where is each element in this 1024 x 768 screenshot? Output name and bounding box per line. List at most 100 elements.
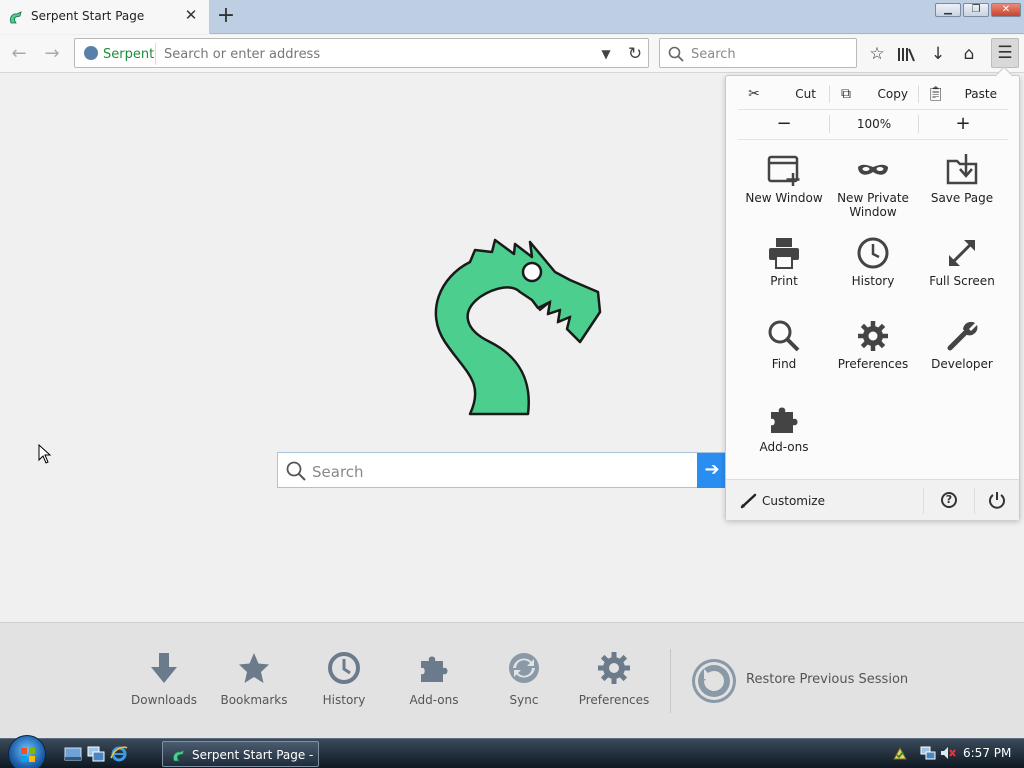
menu-full-screen[interactable]: Full Screen xyxy=(917,236,1007,288)
menu-new-window[interactable]: New Window xyxy=(739,153,829,205)
chevron-down-icon[interactable]: ▼ xyxy=(597,45,615,63)
power-icon[interactable] xyxy=(988,491,1006,509)
magnifier-icon xyxy=(768,320,800,352)
serpent-favicon-icon xyxy=(172,749,185,762)
puzzle-icon xyxy=(771,407,798,433)
clock-icon xyxy=(328,652,360,684)
menu-history[interactable]: History xyxy=(828,236,918,288)
forward-arrow-icon[interactable]: → xyxy=(41,43,63,65)
restore-session-label: Restore Previous Session xyxy=(746,672,909,687)
paintbrush-icon xyxy=(740,493,757,509)
menu-preferences[interactable]: Preferences xyxy=(828,319,918,371)
printer-icon xyxy=(769,238,799,269)
site-identity-label[interactable]: Serpent xyxy=(103,47,154,62)
launcher-sync[interactable]: Sync xyxy=(479,651,569,707)
tab-close-icon[interactable]: ✕ xyxy=(183,7,199,23)
mouse-cursor-icon xyxy=(38,444,52,464)
taskbar-window-title: Serpent Start Page - ... xyxy=(192,748,314,768)
clock-icon xyxy=(857,237,889,269)
copy-button[interactable]: ⧉ Copy xyxy=(830,80,918,108)
bookmark-star-icon[interactable]: ☆ xyxy=(866,43,888,65)
show-desktop-icon[interactable] xyxy=(64,745,82,763)
downloads-icon[interactable]: ↓ xyxy=(927,43,949,65)
edit-controls: ✂ Cut ⧉ Copy 📋︎ Paste xyxy=(738,80,1008,108)
reload-icon[interactable]: ↻ xyxy=(625,44,645,64)
wrench-icon xyxy=(947,321,978,351)
search-go-button[interactable]: ➔ xyxy=(697,453,727,488)
window-maximize-button[interactable]: ❐ xyxy=(963,3,989,17)
launcher-history[interactable]: History xyxy=(299,651,389,707)
search-icon xyxy=(668,46,684,62)
download-arrow-icon xyxy=(151,653,177,683)
gear-icon xyxy=(858,321,888,351)
serpent-logo-icon xyxy=(434,238,602,416)
globe-icon xyxy=(84,46,98,60)
menu-new-private-window[interactable]: New Private Window xyxy=(828,153,918,219)
footer-separator xyxy=(974,488,975,514)
start-button[interactable] xyxy=(8,735,46,768)
new-window-icon xyxy=(767,155,800,186)
main-menu-panel: ✂ Cut ⧉ Copy 📋︎ Paste − 100% + New Windo… xyxy=(725,66,1020,520)
footer-separator xyxy=(923,488,924,514)
zoom-controls: − 100% + xyxy=(738,110,1008,138)
launcher-downloads[interactable]: Downloads xyxy=(119,651,209,707)
zoom-out-button[interactable]: − xyxy=(740,110,828,138)
tab-title: Serpent Start Page xyxy=(31,9,145,23)
menu-save-page[interactable]: Save Page xyxy=(917,153,1007,205)
save-page-icon xyxy=(946,154,978,185)
switch-windows-icon[interactable] xyxy=(87,745,105,763)
tab-serpent-start-page[interactable]: Serpent Start Page ✕ xyxy=(0,0,210,34)
clock[interactable]: 6:57 PM xyxy=(963,746,1011,760)
page-search-box[interactable]: Search xyxy=(277,452,727,488)
star-icon xyxy=(239,653,269,683)
paste-button[interactable]: 📋︎ Paste xyxy=(919,80,1007,108)
launcher-divider xyxy=(670,649,671,713)
windows-logo-icon xyxy=(21,748,35,762)
new-tab-button[interactable]: + xyxy=(215,5,237,28)
volume-muted-icon[interactable] xyxy=(940,745,956,761)
taskbar-window-button[interactable]: Serpent Start Page - ... xyxy=(162,741,319,768)
address-input[interactable]: Search or enter address xyxy=(164,47,320,62)
zoom-reset-button[interactable]: 100% xyxy=(830,110,918,138)
search-input[interactable]: Search xyxy=(691,47,736,62)
menu-developer[interactable]: Developer xyxy=(917,319,1007,371)
hamburger-menu-icon[interactable]: ☰ xyxy=(991,38,1019,68)
cut-button[interactable]: ✂ Cut xyxy=(738,80,826,108)
network-icon[interactable] xyxy=(920,745,936,761)
search-icon xyxy=(286,461,306,481)
urlbar-separator xyxy=(155,43,156,65)
help-icon[interactable]: ? xyxy=(941,492,957,508)
search-bar[interactable]: Search xyxy=(659,38,857,68)
window-close-button[interactable]: ✕ xyxy=(991,3,1021,17)
fullscreen-icon xyxy=(948,239,976,267)
system-tray: 6:57 PM xyxy=(888,743,1024,765)
internet-explorer-icon[interactable] xyxy=(110,745,128,763)
serpent-favicon-icon xyxy=(9,11,22,24)
window-minimize-button[interactable]: ▁ xyxy=(935,3,961,17)
action-center-icon[interactable] xyxy=(892,745,908,761)
launcher-preferences[interactable]: Preferences xyxy=(569,651,659,707)
address-bar[interactable]: Serpent Search or enter address ▼ ↻ xyxy=(74,38,649,68)
library-icon[interactable] xyxy=(895,43,917,65)
menu-find[interactable]: Find xyxy=(739,319,829,371)
title-bar: Serpent Start Page ✕ + ▁ ❐ ✕ xyxy=(0,0,1024,34)
zoom-in-button[interactable]: + xyxy=(919,110,1007,138)
menu-add-ons[interactable]: Add-ons xyxy=(739,402,829,454)
windows-taskbar: Serpent Start Page - ... 6:57 PM xyxy=(0,735,1024,768)
menu-print[interactable]: Print xyxy=(739,236,829,288)
customize-button[interactable]: Customize xyxy=(762,494,825,508)
restore-session-button[interactable]: Restore Previous Session xyxy=(690,657,930,707)
mask-icon xyxy=(858,164,888,175)
restore-arrow-icon xyxy=(692,659,736,703)
puzzle-icon xyxy=(421,656,448,682)
launcher-bar: Downloads Bookmarks History Add-ons Sync xyxy=(0,622,1024,738)
panel-separator xyxy=(738,139,1008,140)
gear-icon xyxy=(598,652,630,684)
page-search-input[interactable]: Search xyxy=(312,463,364,481)
panel-footer: Customize ? xyxy=(726,479,1019,520)
home-icon[interactable]: ⌂ xyxy=(958,43,980,65)
launcher-addons[interactable]: Add-ons xyxy=(389,651,479,707)
navigation-bar: ← → Serpent Search or enter address ▼ ↻ … xyxy=(0,35,1024,73)
back-arrow-icon[interactable]: ← xyxy=(8,43,30,65)
launcher-bookmarks[interactable]: Bookmarks xyxy=(209,651,299,707)
